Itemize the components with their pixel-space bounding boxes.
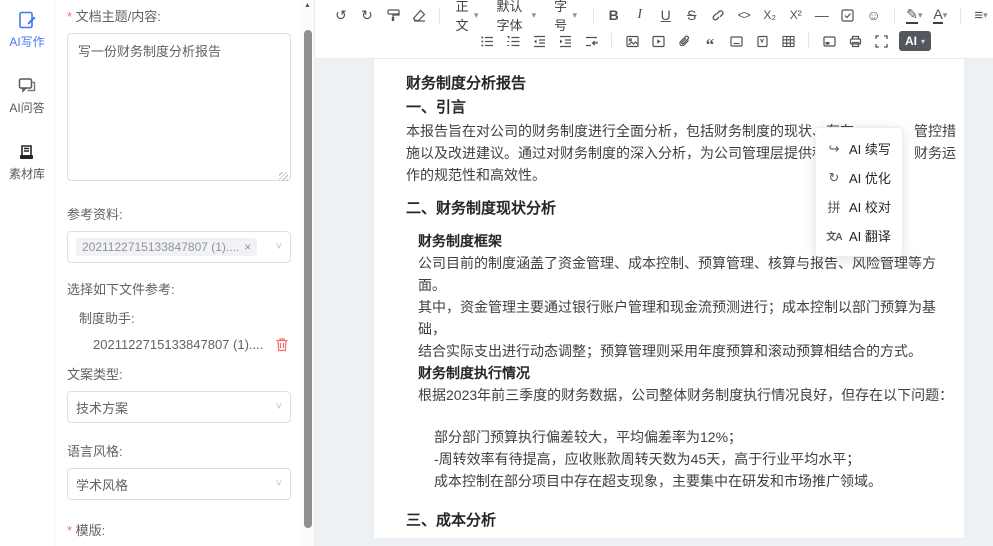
doc-title: 财务制度分析报告	[406, 72, 956, 96]
scrollbar-thumb[interactable]	[304, 30, 312, 528]
doc-list-item: 成本控制在部分项目中存在超支现象，主要集中在研发和市场推广领域。	[434, 470, 956, 492]
sidebar-item-label: AI问答	[9, 99, 44, 116]
attachment-icon[interactable]	[672, 30, 696, 52]
trash-icon[interactable]	[275, 337, 289, 352]
sidebar-item-label: 素材库	[9, 165, 45, 182]
line-break-icon[interactable]	[579, 30, 603, 52]
resize-handle[interactable]	[279, 172, 288, 181]
scroll-up-icon[interactable]: ▲	[304, 2, 311, 9]
panel-scrollbar[interactable]: ▲	[301, 0, 315, 546]
chevron-down-icon: ˅	[276, 401, 282, 413]
font-size-dropdown[interactable]: 字号▾	[546, 4, 585, 26]
tag-close-icon[interactable]: ×	[244, 240, 251, 254]
file-select-label: 选择如下文件参考:	[67, 279, 291, 298]
menu-item-ai-optimize[interactable]: ↻AI 优化	[816, 163, 902, 192]
topic-input[interactable]: 写一份财务制度分析报告	[67, 33, 291, 181]
redo-icon[interactable]: ↻	[355, 4, 379, 26]
annotation-page-icon[interactable]	[750, 30, 774, 52]
doc-heading: 一、引言	[406, 96, 956, 120]
ai-proofread-icon: 拼	[826, 197, 842, 216]
reference-label: 参考资料:	[67, 204, 291, 223]
strikethrough-icon[interactable]: S	[680, 4, 704, 26]
horizontal-rule-icon[interactable]: —	[810, 4, 834, 26]
assistant-label: 制度助手:	[79, 308, 291, 327]
ai-continue-icon: ↪	[826, 141, 842, 157]
font-family-dropdown[interactable]: 默认字体▾	[489, 4, 545, 26]
link-icon[interactable]	[706, 4, 730, 26]
image-icon[interactable]	[620, 30, 644, 52]
doc-paragraph-line: 结合实际支出进行动态调整；预算管理则采用年度预算和滚动预算相结合的方式。	[418, 340, 956, 362]
sidebar-item-label: AI写作	[9, 33, 44, 50]
sidebar-item-ai-writing[interactable]: AI写作	[9, 10, 44, 50]
blockquote-icon[interactable]: “	[698, 30, 722, 52]
menu-item-ai-continue[interactable]: ↪AI 续写	[816, 134, 902, 163]
doc-subheading: 财务制度执行情况	[418, 362, 956, 384]
underline-icon[interactable]: U	[654, 4, 678, 26]
table-icon[interactable]	[776, 30, 800, 52]
ordered-list-icon[interactable]	[501, 30, 525, 52]
font-color-icon[interactable]: A▾	[928, 4, 952, 26]
editor-area: ↺ ↻ 正文▾ 默认字体▾ 字号▾ B I U S	[315, 0, 993, 546]
superscript-icon[interactable]: X²	[784, 4, 808, 26]
editor-toolbar: ↺ ↻ 正文▾ 默认字体▾ 字号▾ B I U S	[315, 0, 993, 59]
paragraph-style-dropdown[interactable]: 正文▾	[448, 4, 487, 26]
format-painter-icon[interactable]	[381, 4, 405, 26]
outdent-icon[interactable]	[527, 30, 551, 52]
style-select[interactable]: 学术风格 ˅	[67, 468, 291, 500]
reference-tag: 2021122715133847807 (1)....×	[76, 238, 257, 256]
editor-content: 财务制度分析报告 一、引言 本报告旨在对公司的财务制度进行全面分析，包括财务制度…	[315, 59, 993, 546]
ai-translate-icon: 文A	[826, 228, 842, 243]
ai-dropdown-menu: ↪AI 续写 ↻AI 优化 拼AI 校对 文AAI 翻译	[815, 127, 903, 257]
doc-paragraph-line: 根据2023年前三季度的财务数据，公司整体财务制度执行情况良好，但存在以下问题：	[418, 384, 956, 406]
archive-icon	[17, 142, 37, 162]
task-checkbox-icon[interactable]	[836, 4, 860, 26]
chevron-down-icon: ˅	[276, 478, 282, 490]
ai-menu-button[interactable]: AI▾	[899, 31, 931, 51]
eraser-icon[interactable]	[407, 4, 431, 26]
side-panel-icon[interactable]	[817, 30, 841, 52]
chat-bubbles-icon	[17, 76, 37, 96]
emoji-icon[interactable]: ☺	[862, 4, 886, 26]
doc-paragraph-line: 其中，资金管理主要通过银行账户管理和现金流预测进行；成本控制以部门预算为基础，	[418, 296, 956, 340]
menu-item-ai-proofread[interactable]: 拼AI 校对	[816, 192, 902, 221]
writing-form-panel: 文档主题/内容: 写一份财务制度分析报告 参考资料: 2021122715133…	[55, 0, 301, 546]
app-window: AI写作 AI问答 素材库 文档主题/内容: 写一份财务制度分析报告 参考资料:…	[0, 0, 993, 546]
doc-list-item: -周转效率有待提高，应收账款周转天数为45天，高于行业平均水平；	[434, 448, 956, 470]
doc-list-item: 部分部门预算执行偏差较大，平均偏差率为12%；	[434, 426, 956, 448]
sidebar-item-material-library[interactable]: 素材库	[9, 142, 45, 182]
left-nav: AI写作 AI问答 素材库	[0, 0, 55, 546]
doc-paragraph-line: 公司目前的制度涵盖了资金管理、成本控制、预算管理、核算与报告、风险管理等方面。	[418, 252, 956, 296]
subscript-icon[interactable]: X₂	[758, 4, 782, 26]
bullet-list-icon[interactable]	[475, 30, 499, 52]
chevron-down-icon: ˅	[276, 241, 282, 253]
menu-item-ai-translate[interactable]: 文AAI 翻译	[816, 221, 902, 250]
undo-icon[interactable]: ↺	[329, 4, 353, 26]
selected-file-row: 2021122715133847807 (1)....	[93, 337, 291, 352]
copy-type-label: 文案类型:	[67, 364, 291, 383]
fullscreen-icon[interactable]	[869, 30, 893, 52]
video-icon[interactable]	[646, 30, 670, 52]
sidebar-item-ai-qa[interactable]: AI问答	[9, 76, 44, 116]
doc-pencil-icon	[17, 10, 37, 30]
reference-select[interactable]: 2021122715133847807 (1)....× ˅	[67, 231, 291, 263]
italic-icon[interactable]: I	[628, 4, 652, 26]
ai-optimize-icon: ↻	[826, 170, 842, 186]
bold-icon[interactable]: B	[602, 4, 626, 26]
highlight-color-icon[interactable]: ✎▾	[902, 4, 926, 26]
style-label: 语言风格:	[67, 441, 291, 460]
doc-heading: 三、成本分析	[406, 509, 956, 533]
code-icon[interactable]: <>	[732, 4, 756, 26]
copy-type-select[interactable]: 技术方案 ˅	[67, 391, 291, 423]
topic-label: 文档主题/内容:	[67, 6, 291, 25]
print-icon[interactable]	[843, 30, 867, 52]
divider-block-icon[interactable]	[724, 30, 748, 52]
file-name: 2021122715133847807 (1)....	[93, 337, 275, 352]
indent-icon[interactable]	[553, 30, 577, 52]
template-label: 模版:	[67, 520, 291, 539]
align-dropdown-icon[interactable]: ≡▾	[969, 4, 993, 26]
